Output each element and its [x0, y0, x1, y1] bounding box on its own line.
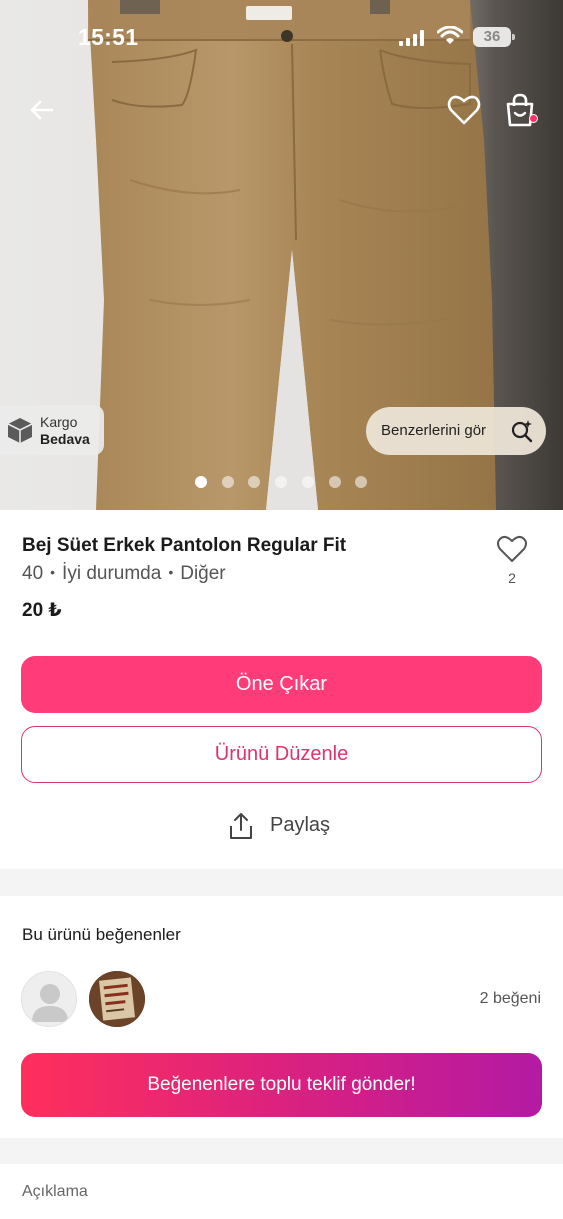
cellular-signal-icon [399, 30, 424, 46]
cargo-label: Kargo [40, 414, 78, 430]
product-like-button[interactable] [496, 534, 528, 564]
carousel-dot[interactable] [221, 476, 234, 488]
edit-product-button[interactable]: Ürünü Düzenle [21, 726, 542, 783]
product-meta: 40 • İyi durumda • Diğer [22, 563, 226, 585]
status-bar: 15:51 36 [0, 0, 563, 70]
search-sparkle-icon [511, 420, 533, 443]
cart-button[interactable] [502, 92, 538, 128]
product-price: 20 ₺ [22, 600, 62, 621]
meta-separator: • [50, 564, 56, 580]
product-image-carousel[interactable]: 15:51 36 Kargo Bedava Benzerlerini gör [0, 0, 563, 510]
meta-separator: • [168, 564, 174, 580]
liker-photo [89, 971, 145, 1027]
heart-outline-icon [447, 95, 481, 125]
likes-total-count[interactable]: 2 beğeni [480, 990, 541, 1008]
battery-indicator: 36 [473, 27, 515, 47]
wifi-icon [437, 26, 463, 44]
product-condition: İyi durumda [62, 563, 162, 584]
share-label: Paylaş [270, 814, 331, 836]
share-icon [230, 813, 252, 839]
package-icon [7, 418, 33, 443]
back-arrow-icon [30, 100, 54, 120]
product-size: 40 [22, 563, 44, 584]
product-like-count: 2 [508, 570, 516, 586]
product-title: Bej Süet Erkek Pantolon Regular Fit [22, 535, 347, 556]
status-time: 15:51 [78, 24, 139, 50]
promote-button[interactable]: Öne Çıkar [21, 656, 542, 713]
free-label: Bedava [40, 431, 90, 447]
heart-outline-icon [497, 535, 527, 562]
see-similar-button[interactable]: Benzerlerini gör [366, 407, 546, 455]
likers-section-title: Bu ürünü beğenenler [22, 925, 181, 944]
back-button[interactable] [26, 94, 58, 126]
cart-notification-dot [529, 114, 538, 123]
product-brand: Diğer [180, 563, 226, 584]
liker-avatar[interactable] [89, 971, 145, 1027]
section-divider [0, 869, 563, 896]
carousel-dot[interactable] [275, 476, 288, 488]
free-shipping-badge: Kargo Bedava [0, 405, 104, 455]
carousel-dot[interactable] [195, 476, 207, 488]
carousel-dot[interactable] [328, 476, 341, 488]
default-avatar-icon [32, 984, 68, 1022]
bulk-offer-button[interactable]: Beğenenlere toplu teklif gönder! [21, 1053, 542, 1117]
favorite-button[interactable] [446, 92, 482, 128]
description-label: Açıklama [22, 1183, 88, 1200]
liker-avatar[interactable] [21, 971, 77, 1027]
see-similar-label: Benzerlerini gör [381, 422, 487, 439]
carousel-dot[interactable] [301, 476, 314, 488]
section-divider [0, 1138, 563, 1164]
